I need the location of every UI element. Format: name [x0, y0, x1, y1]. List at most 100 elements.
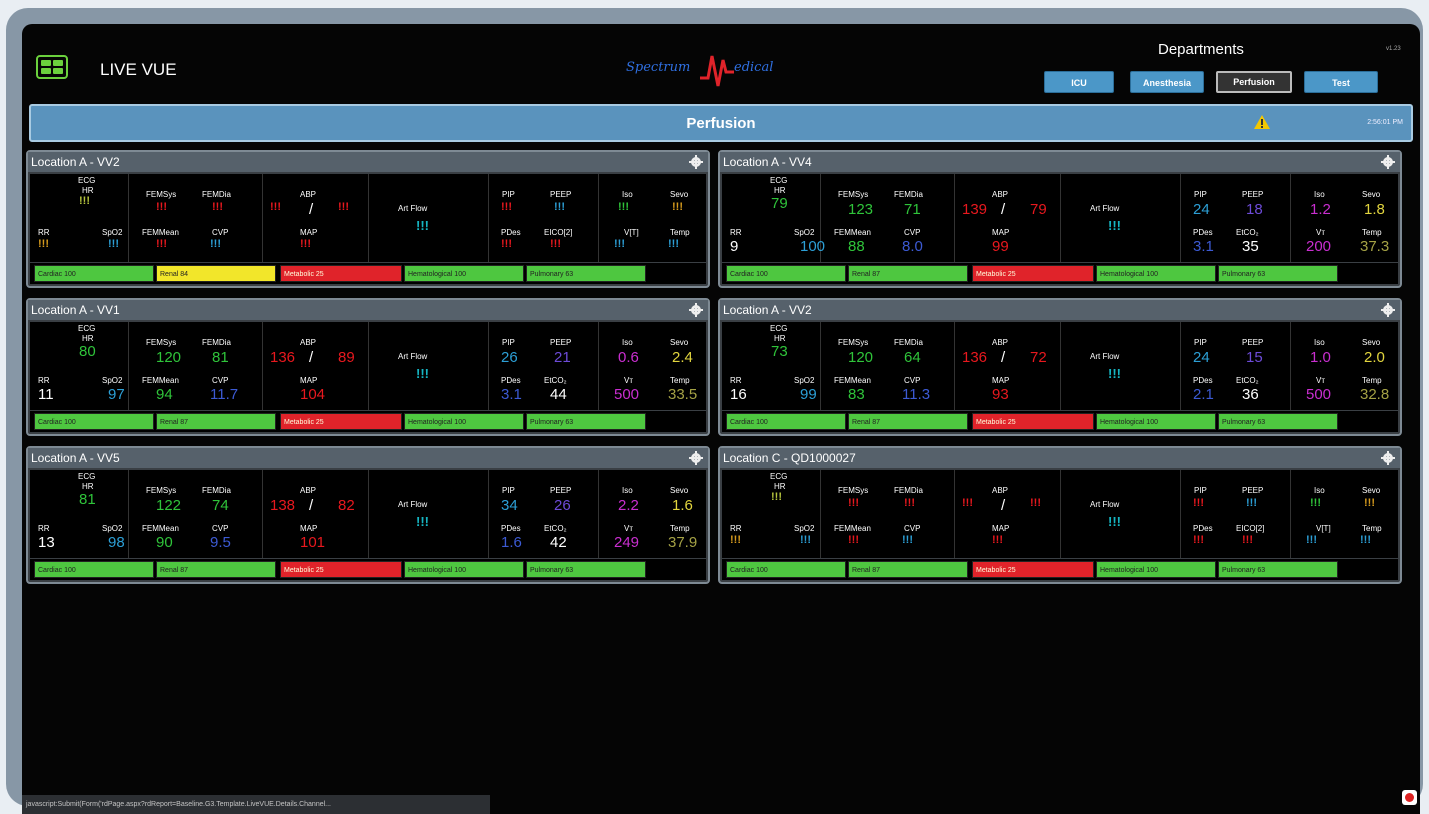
- alert-record-icon[interactable]: [1402, 790, 1417, 805]
- patient-panel[interactable]: Location A - VV5 ECG HR 81 RR 13 SpO2 98…: [26, 446, 710, 584]
- temp-value: !!!: [668, 238, 679, 250]
- ecg-label: ECG: [78, 324, 96, 333]
- patient-panel[interactable]: Location C - QD1000027 ECG HR !!! RR !!!…: [718, 446, 1402, 584]
- sevo-value: 2.0: [1364, 349, 1385, 366]
- map-value: !!!: [300, 238, 311, 250]
- patient-panel[interactable]: Location A - VV2 ECG HR !!! RR !!! SpO2 …: [26, 150, 710, 288]
- cvp-label: CVP: [212, 228, 229, 237]
- score-renal: Renal 87: [156, 561, 276, 578]
- dept-button-anesthesia[interactable]: Anesthesia: [1130, 71, 1204, 93]
- patient-panel[interactable]: Location A - VV1 ECG HR 80 RR 11 SpO2 97…: [26, 298, 710, 436]
- abp-sys-value: 136: [270, 349, 296, 366]
- dept-button-perfusion[interactable]: Perfusion: [1216, 71, 1292, 93]
- score-metabolic: Metabolic 25: [280, 413, 402, 430]
- score-hematological: Hematological 100: [404, 561, 524, 578]
- pip-label: PIP: [1194, 338, 1207, 347]
- cvp-label: CVP: [904, 228, 921, 237]
- abp-label: ABP: [992, 486, 1009, 495]
- score-pulmonary: Pulmonary 63: [1218, 413, 1338, 430]
- abp-dia-value: 89: [338, 349, 355, 366]
- peep-label: PEEP: [550, 190, 572, 199]
- column-divider: [262, 470, 263, 558]
- column-divider: [128, 470, 129, 558]
- score-bar: Cardiac 100 Renal 87 Metabolic 25 Hematolog…: [30, 559, 706, 580]
- spo2-label: SpO2: [794, 524, 815, 533]
- gear-icon[interactable]: [1381, 451, 1395, 465]
- femdia-label: FEMDia: [202, 190, 231, 199]
- sevo-value: 2.4: [672, 349, 693, 366]
- femdia-value: 64: [904, 349, 921, 366]
- score-pulmonary: Pulmonary 63: [526, 413, 646, 430]
- patient-panel[interactable]: Location A - VV4 ECG HR 79 RR 9 SpO2 100…: [718, 150, 1402, 288]
- warning-icon[interactable]: [1253, 114, 1271, 130]
- temp-label: Temp: [670, 524, 690, 533]
- femmean-label: FEMMean: [834, 524, 871, 533]
- pip-value: 34: [501, 497, 518, 514]
- column-divider: [368, 174, 369, 262]
- vitals-area: ECG HR !!! RR !!! SpO2 !!! FEMSys !!! FE…: [722, 470, 1398, 558]
- peep-value: 26: [554, 497, 571, 514]
- score-metabolic: Metabolic 25: [972, 413, 1094, 430]
- gear-icon[interactable]: [689, 155, 703, 169]
- panel-title: Location A - VV2: [31, 155, 120, 169]
- column-divider: [1060, 322, 1061, 410]
- column-divider: [488, 470, 489, 558]
- departments-title: Departments: [1158, 41, 1244, 58]
- status-bar-url: javascript:Submit(Form('rdPage.aspx?rdRe…: [22, 795, 490, 814]
- cvp-value: 11.7: [210, 386, 239, 403]
- vt-label: Vт: [1316, 228, 1325, 237]
- peep-value: 21: [554, 349, 571, 366]
- column-divider: [598, 322, 599, 410]
- vt-value: !!!: [1306, 534, 1317, 546]
- panel-title: Location A - VV4: [723, 155, 812, 169]
- dept-button-test[interactable]: Test: [1304, 71, 1378, 93]
- gear-icon[interactable]: [1381, 303, 1395, 317]
- panel-title: Location A - VV2: [723, 303, 812, 317]
- rr-label: RR: [730, 524, 742, 533]
- cvp-value: !!!: [902, 534, 913, 546]
- pip-label: PIP: [502, 338, 515, 347]
- column-divider: [954, 470, 955, 558]
- panel-header: Location A - VV1: [28, 300, 708, 320]
- abp-dia-value: 82: [338, 497, 355, 514]
- eico-label: EtCO₂: [1236, 376, 1259, 385]
- column-divider: [1180, 322, 1181, 410]
- pip-label: PIP: [502, 486, 515, 495]
- score-hematological: Hematological 100: [1096, 413, 1216, 430]
- abp-slash: /: [1001, 201, 1006, 218]
- map-label: MAP: [300, 376, 318, 385]
- femmean-value: !!!: [848, 534, 859, 546]
- dept-button-icu[interactable]: ICU: [1044, 71, 1114, 93]
- gear-icon[interactable]: [1381, 155, 1395, 169]
- eico-label: EtCO₂: [544, 524, 567, 533]
- pdes-value: !!!: [1193, 534, 1204, 546]
- sevo-label: Sevo: [670, 190, 689, 199]
- hr-label: HR: [774, 186, 786, 195]
- hr-value: 80: [79, 343, 96, 360]
- score-renal: Renal 87: [156, 413, 276, 430]
- score-metabolic: Metabolic 25: [972, 265, 1094, 282]
- pip-value: 24: [1193, 201, 1210, 218]
- hr-label: HR: [774, 334, 786, 343]
- score-bar: Cardiac 100 Renal 87 Metabolic 25 Hematolog…: [722, 411, 1398, 432]
- pdes-value: !!!: [501, 238, 512, 250]
- sevo-label: Sevo: [1362, 486, 1381, 495]
- hr-value: 79: [771, 195, 788, 212]
- eico-value: 36: [1242, 386, 1259, 403]
- temp-label: Temp: [1362, 376, 1382, 385]
- temp-label: Temp: [1362, 228, 1382, 237]
- menu-grid-icon[interactable]: [36, 55, 68, 79]
- map-value: 99: [992, 238, 1009, 255]
- rr-value: !!!: [38, 238, 49, 250]
- patient-panel[interactable]: Location A - VV2 ECG HR 73 RR 16 SpO2 99…: [718, 298, 1402, 436]
- vt-value: 249: [614, 534, 640, 551]
- gear-icon[interactable]: [689, 303, 703, 317]
- gear-icon[interactable]: [689, 451, 703, 465]
- ecg-label: ECG: [78, 176, 96, 185]
- artflow-value: !!!: [1108, 218, 1121, 233]
- temp-value: 33.5: [668, 386, 698, 403]
- vt-label: Vт: [624, 524, 633, 533]
- femmean-label: FEMMean: [834, 376, 871, 385]
- femsys-label: FEMSys: [146, 338, 177, 347]
- artflow-value: !!!: [1108, 514, 1121, 529]
